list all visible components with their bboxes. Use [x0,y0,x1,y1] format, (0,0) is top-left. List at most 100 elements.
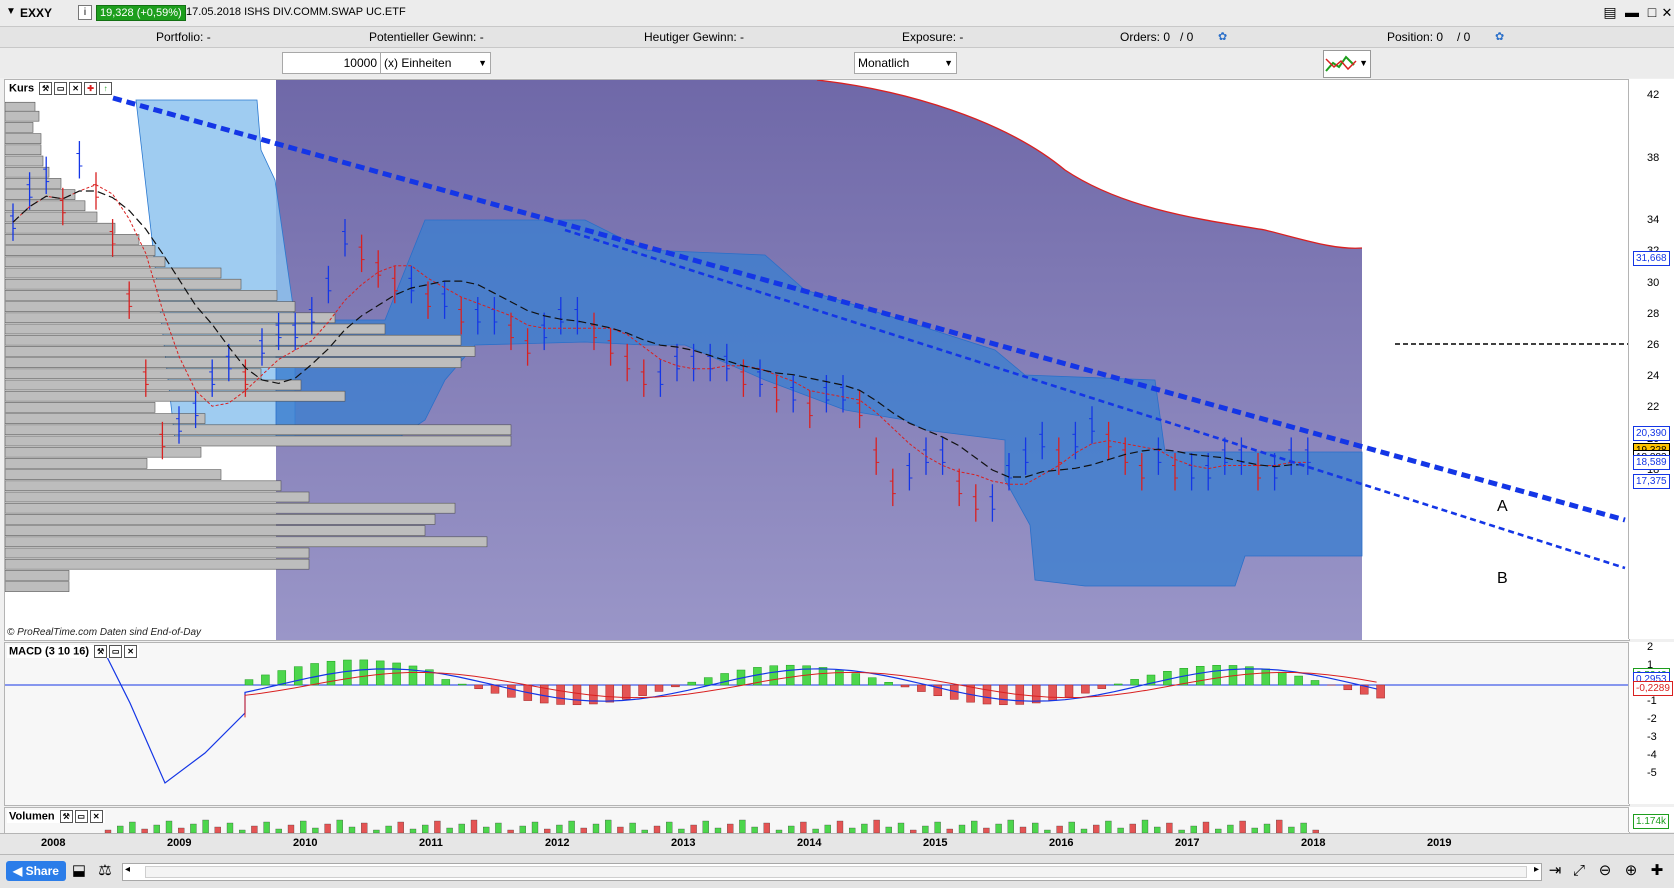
macd-histogram-bar [1278,672,1286,685]
macd-histogram-bar [868,678,876,685]
scroll-left-icon[interactable]: ◂ [125,864,130,875]
volume-profile-bar [5,102,35,112]
macd-y-tick: -5 [1647,767,1657,779]
period-select[interactable]: Monatlich ▼ [854,52,957,74]
volume-pane-header: Volumen ⚒▭✕ [7,810,105,823]
volume-canvas[interactable] [5,808,1629,833]
volume-bar [520,826,526,833]
close-icon[interactable]: ✕ [69,82,82,95]
orders-label: Orders: 0 [1120,30,1170,44]
volume-bar [666,822,672,833]
wrench-icon[interactable]: ⚒ [60,810,73,823]
volume-profile-bar [5,324,385,334]
macd-pane[interactable]: MACD (3 10 16) ⚒▭✕ [4,642,1630,806]
chart-type-icon [1324,51,1358,75]
crosshair-icon[interactable]: ✚ [1646,861,1668,881]
macd-histogram-bar [786,665,794,685]
volume-profile-bar [5,380,301,390]
symbol-dropdown-icon[interactable]: ▼ [6,6,16,17]
macd-canvas[interactable] [5,643,1629,805]
zoom-icon[interactable]: ⤢ [1568,861,1590,881]
window-title-bar: ▼ EXXY i 19,328 (+0,59%) 17.05.2018 ISHS… [0,0,1674,27]
macd-histogram-bar [343,660,351,685]
price-y-axis[interactable]: 4238343230282624222018 31,66820,39019,32… [1628,79,1674,639]
volume-profile-bar [5,570,69,580]
volume-profile-bar [5,111,39,121]
window-icon[interactable]: ▭ [75,810,88,823]
volume-profile-bar [5,156,43,166]
data-source-footer: © ProRealTime.com Daten sind End-of-Day [7,627,201,638]
scroll-right-icon[interactable]: ▸ [1534,864,1539,875]
price-chart-pane[interactable]: Kurs ⚒▭✕✚↑ © ProRealTime.com Daten sind … [4,79,1630,641]
scroll-end-icon[interactable]: ⇥ [1544,861,1566,881]
symbol-name[interactable]: EXXY [20,6,52,20]
macd-histogram-bar [360,660,368,685]
chevron-down-icon: ▼ [478,53,487,73]
volume-bar [861,824,867,833]
macd-y-axis[interactable]: 210-1-2-3-4-5 0,52420,2953-0,2289 [1628,642,1674,804]
position-settings-icon[interactable]: ✿ [1495,30,1504,43]
layout-icon[interactable]: ⬓ [68,861,90,881]
volume-bar [764,823,770,833]
menu-icon[interactable]: ▤ [1601,4,1619,21]
price-y-tick: 30 [1647,277,1659,289]
scale-icon[interactable]: ⚖ [94,861,116,881]
volume-pane[interactable]: Volumen ⚒▭✕ [4,807,1630,834]
info-icon[interactable]: i [78,5,92,20]
volume-profile-bar [5,279,241,289]
close-icon[interactable]: ✕ [124,645,137,658]
horizontal-scrollbar[interactable]: ◂ ▸ [122,863,1542,881]
x-axis-year-label: 2016 [1049,837,1073,849]
volume-bar [1032,823,1038,833]
scrollbar-thumb[interactable] [145,866,1527,878]
macd-histogram-bar [606,685,614,702]
chart-type-button[interactable]: ▼ [1323,50,1371,78]
macd-histogram-bar [376,661,384,685]
window-icon[interactable]: ▭ [54,82,67,95]
time-axis[interactable]: 2008200920102011201220132014201520162017… [0,833,1674,854]
macd-histogram-bar [245,680,253,685]
price-pane-header: Kurs ⚒▭✕✚↑ [7,82,114,95]
x-axis-year-label: 2013 [671,837,695,849]
volume-bar [959,825,965,833]
volume-bar [1227,825,1233,833]
quantity-input[interactable]: 10000 ▲▼ [282,52,392,74]
volume-bar [459,824,465,833]
alert-icon[interactable]: ✚ [84,82,97,95]
macd-histogram-bar [770,666,778,685]
volume-profile-bar [5,402,155,412]
x-axis-year-label: 2008 [41,837,65,849]
x-axis-year-label: 2014 [797,837,821,849]
volume-bar [386,826,392,833]
macd-histogram-bar [999,685,1007,705]
volume-bar [422,825,428,833]
minimize-icon[interactable]: ▬ [1623,4,1641,21]
close-icon[interactable]: ✕ [90,810,103,823]
volume-profile-bar [5,134,41,144]
bottom-toolbar: ◀ Share ⬓ ⚖ ◂ ▸ ⇥ ⤢ ⊖ ⊕ ✚ [0,854,1674,888]
chevron-down-icon: ▼ [944,53,953,73]
volume-bar [532,822,538,833]
price-chart-canvas[interactable] [5,80,1629,640]
volume-profile-bar [5,246,155,256]
zoom-in-icon[interactable]: ⊕ [1620,861,1642,881]
volume-profile-bar [5,167,49,177]
orders-pending: / 0 [1180,30,1193,44]
wrench-icon[interactable]: ⚒ [94,645,107,658]
close-icon[interactable]: ✕ [1658,4,1674,21]
volume-bar [203,820,209,833]
macd-histogram-bar [852,674,860,685]
window-icon[interactable]: ▭ [109,645,122,658]
volume-bar [361,823,367,833]
portfolio-label: Portfolio: - [156,30,211,44]
arrow-up-icon[interactable]: ↑ [99,82,112,95]
unit-select[interactable]: (x) Einheiten ▼ [380,52,491,74]
volume-bar [1105,821,1111,833]
volume-bar [1203,822,1209,833]
orders-settings-icon[interactable]: ✿ [1218,30,1227,43]
share-button[interactable]: ◀ Share [6,861,66,881]
macd-histogram-bar [1032,685,1040,703]
wrench-icon[interactable]: ⚒ [39,82,52,95]
macd-histogram-bar [311,663,319,685]
zoom-out-icon[interactable]: ⊖ [1594,861,1616,881]
